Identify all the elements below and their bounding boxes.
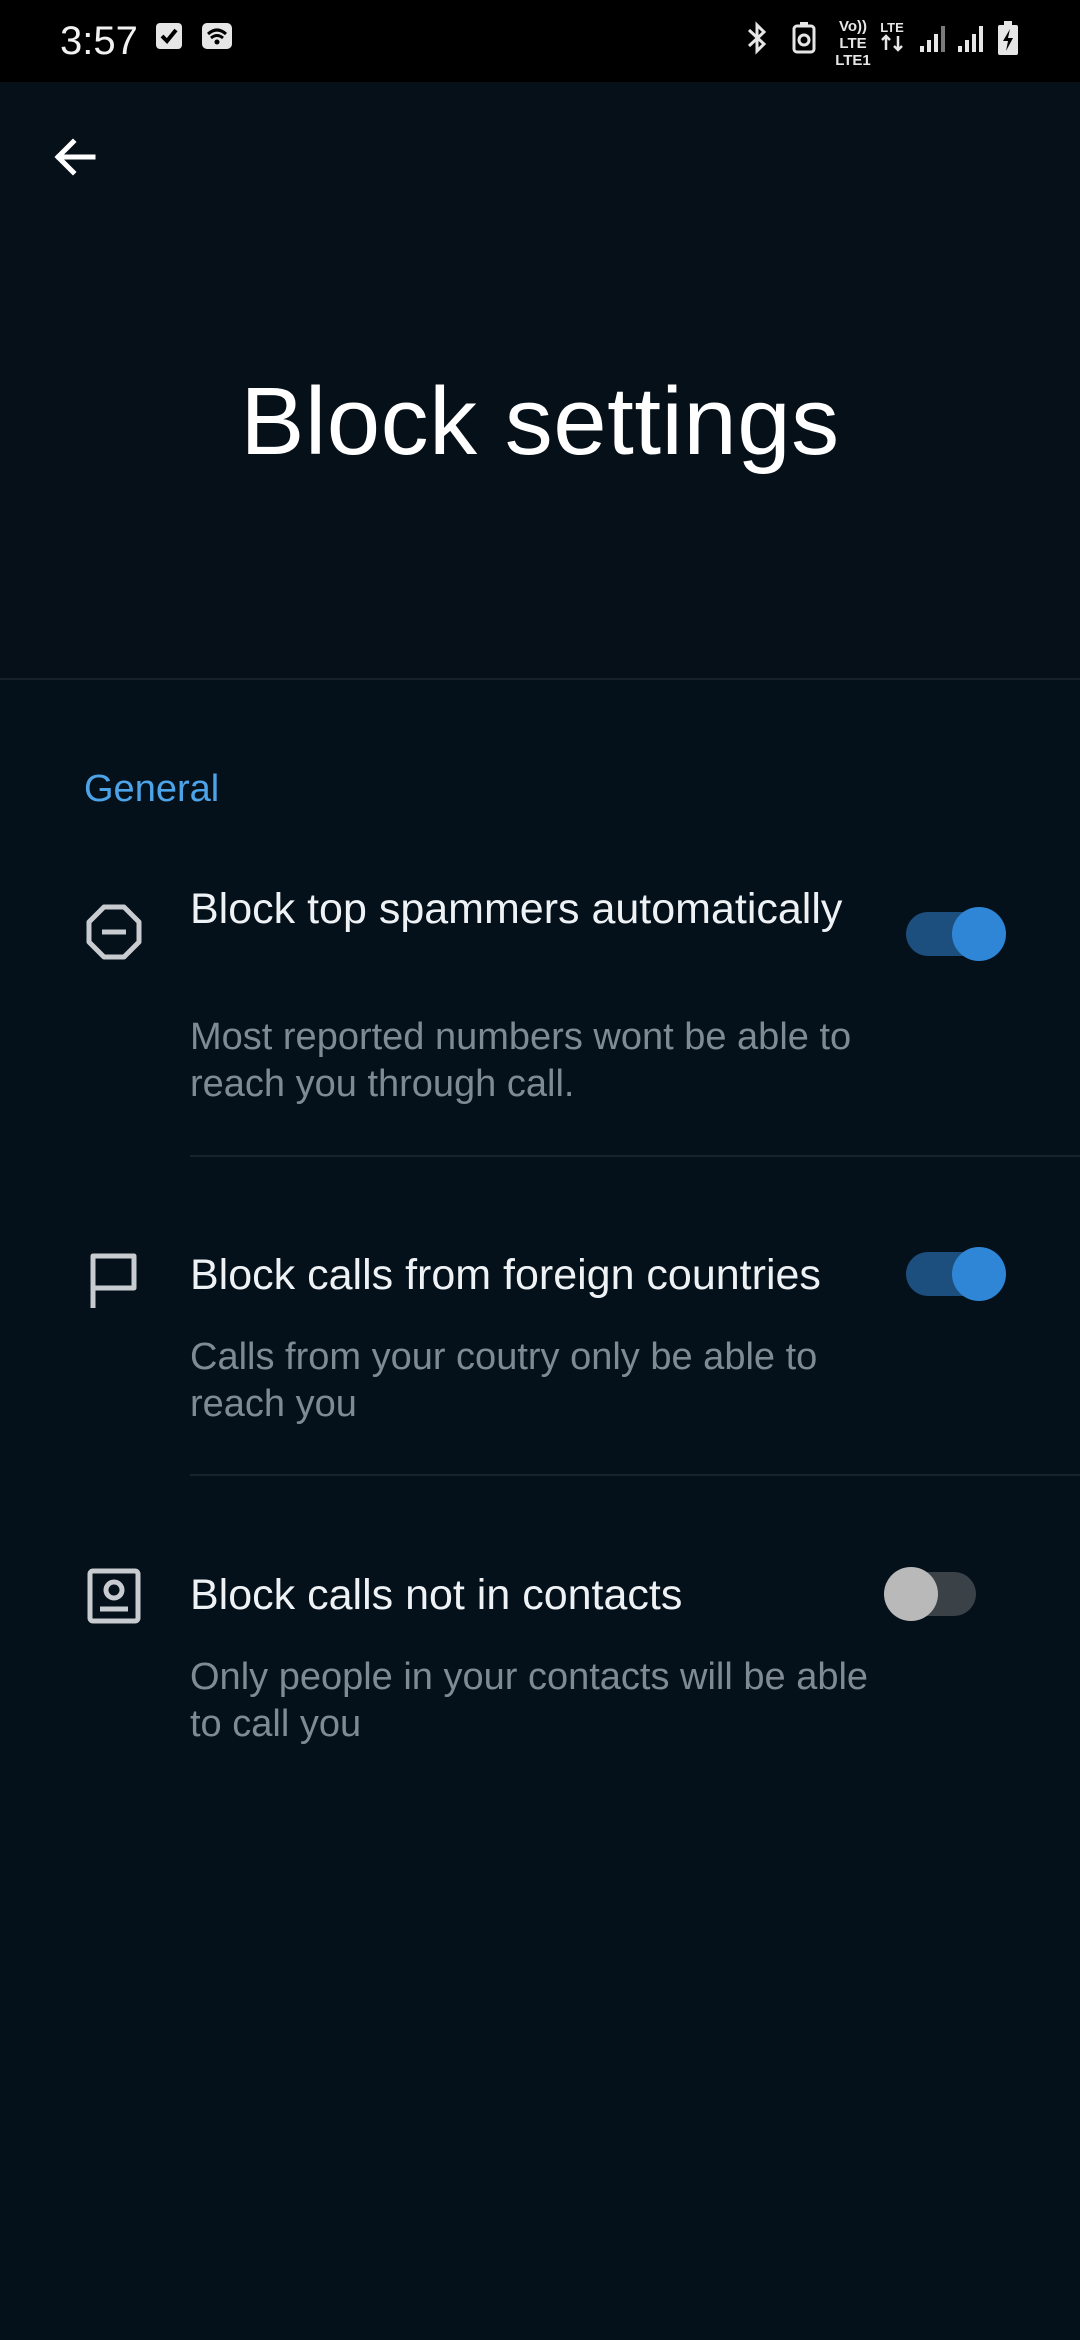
setting-title: Block top spammers automatically [190, 885, 843, 933]
bluetooth-icon [747, 21, 767, 55]
battery-charging-icon [998, 21, 1018, 55]
divider [190, 1474, 1080, 1476]
volte-indicator: Vo)) LTE LTE1 [832, 18, 874, 69]
svg-text:LTE: LTE [880, 20, 904, 35]
lte1-label: LTE1 [835, 52, 871, 69]
data-transfer-icon: LTE [880, 20, 904, 52]
setting-block-foreign-calls[interactable]: Block calls from foreign countries Calls… [0, 1230, 1080, 1470]
arrow-left-icon [54, 138, 96, 176]
setting-title: Block calls not in contacts [190, 1571, 683, 1619]
app-bar: Block settings [0, 82, 1080, 680]
contact-card-icon [87, 1568, 141, 1624]
status-time: 3:57 [60, 19, 138, 63]
setting-description: Only people in your contacts will be abl… [190, 1656, 869, 1745]
setting-block-top-spammers[interactable]: Block top spammers automatically Most re… [0, 870, 1080, 1156]
checkbox-notification-icon [156, 23, 182, 49]
page-title: Block settings [240, 368, 840, 475]
data-saver-icon [792, 22, 816, 54]
signal-strength-icon [920, 26, 945, 52]
signal-strength-2-icon [958, 26, 983, 52]
setting-title: Block calls from foreign countries [190, 1251, 821, 1299]
divider [190, 1155, 1080, 1157]
block-non-contacts-toggle[interactable] [884, 1567, 976, 1621]
back-button[interactable] [42, 124, 108, 190]
section-header-general: General [84, 768, 220, 810]
setting-description: Most reported numbers wont be able to re… [190, 1016, 852, 1105]
status-bar: 3:57 Vo)) LTE LTE1 LTE [0, 0, 1080, 82]
minus-octagon-icon [86, 904, 142, 960]
setting-block-non-contacts[interactable]: Block calls not in contacts Only people … [0, 1550, 1080, 1790]
wifi-call-icon [202, 23, 232, 49]
toggle-thumb [952, 1247, 1006, 1301]
block-foreign-calls-toggle[interactable] [906, 1247, 1006, 1301]
toggle-thumb [952, 907, 1006, 961]
block-top-spammers-toggle[interactable] [906, 907, 1006, 961]
setting-description: Calls from your coutry only be able to r… [190, 1336, 818, 1425]
flag-icon [90, 1253, 137, 1308]
volte-label: Vo)) LTE [838, 18, 868, 52]
toggle-thumb [884, 1567, 938, 1621]
